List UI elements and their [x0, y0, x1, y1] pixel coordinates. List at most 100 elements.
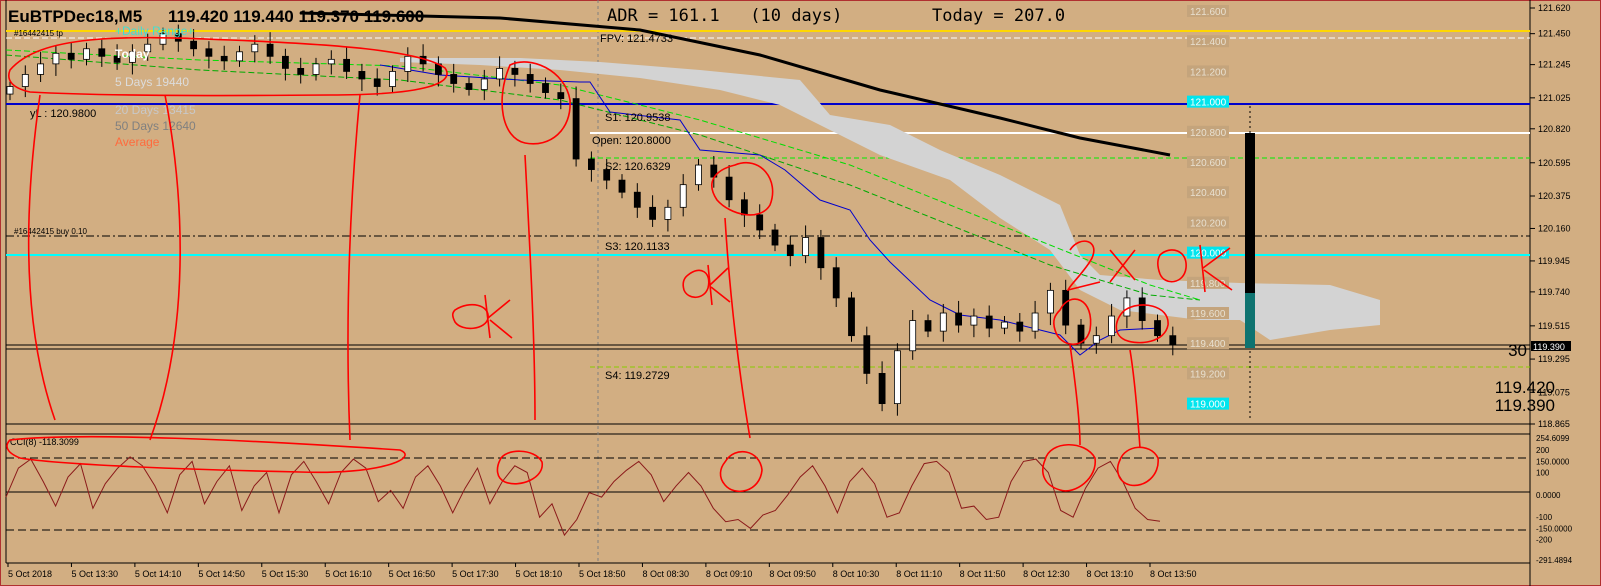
candle-body [970, 315, 978, 326]
candle-body [1001, 321, 1008, 329]
chart-quote: 119.420 119.440 119.370 119.600 [168, 7, 424, 26]
candle-body [1108, 315, 1115, 337]
adr-label: ADR = 161.1 (10 days) [607, 6, 842, 26]
candle-body [465, 83, 473, 90]
price-tick-label: 120.820 [1538, 124, 1571, 134]
price-tick-label: 120.595 [1538, 158, 1571, 168]
chart-symbol-title: EuBTPDec18,M5 [8, 7, 142, 26]
time-tick-label: 8 Oct 13:10 [1087, 569, 1134, 579]
s3-label: S3: 120.1133 [605, 241, 670, 253]
open-label: Open: 120.8000 [592, 135, 671, 147]
candle-body [52, 52, 60, 65]
tp-order-label: #16442415 tp [14, 29, 63, 38]
candle-body [373, 78, 381, 87]
candle-body [588, 158, 595, 170]
candle-body [909, 320, 917, 352]
cci-tick-label: 150.0000 [1536, 457, 1570, 466]
candle-body [649, 206, 656, 220]
candle-body [741, 199, 748, 216]
bar-timer: 30 [1508, 341, 1527, 360]
candle-body [21, 74, 29, 87]
time-tick-label: 5 Oct 2018 [8, 569, 52, 579]
s1-label: S1: 120.9538 [605, 112, 670, 124]
candle-body [205, 48, 213, 57]
time-tick-label: 5 Oct 16:50 [389, 569, 436, 579]
cci-tick-label: 100 [1536, 469, 1550, 478]
candle-body [358, 71, 366, 80]
candle-body [281, 55, 289, 69]
s2-label: S2: 120.6329 [605, 161, 670, 173]
time-tick-label: 5 Oct 14:50 [198, 569, 245, 579]
price-tick-label: 120.375 [1538, 191, 1571, 201]
candle-body [771, 229, 779, 246]
candle-body [343, 58, 351, 72]
candle-body [679, 184, 687, 208]
candle-body [496, 67, 504, 80]
candle-body [756, 214, 764, 231]
time-tick-label: 5 Oct 16:10 [325, 569, 372, 579]
five-days-label: 5 Days 19440 [115, 75, 189, 89]
candle-body [542, 83, 549, 93]
adr-bar-teal [1245, 293, 1255, 348]
candle-body [664, 206, 672, 220]
candle-body [511, 67, 519, 75]
candle-body [526, 74, 534, 84]
candle-body [251, 43, 259, 53]
cci-tick-label: -100 [1536, 513, 1553, 522]
current-price-tag: 119.390 [1533, 342, 1565, 352]
time-tick-label: 8 Oct 11:50 [960, 569, 1006, 579]
candle-body [878, 373, 886, 405]
candle-body [6, 86, 14, 95]
cci-tick-label: -200 [1536, 536, 1553, 545]
time-tick-label: 5 Oct 18:10 [516, 569, 563, 579]
fpv-label: FPV: 121.4733 [600, 33, 673, 45]
today-label: Today = 207.0 [932, 6, 1065, 26]
price-chart[interactable]: 121.600 121.400 121.200 121.000 120.800 120.6… [0, 0, 1601, 586]
price-tick-label: 119.740 [1538, 287, 1570, 297]
candle-body [817, 237, 825, 269]
sr-label: 120.800 [1190, 128, 1227, 139]
candle-body [894, 350, 901, 405]
time-tick-label: 8 Oct 08:30 [642, 569, 689, 579]
price-tick-label: 121.245 [1538, 60, 1571, 70]
candle-body [327, 58, 335, 65]
time-tick-label: 5 Oct 15:30 [262, 569, 309, 579]
candle-body [786, 244, 794, 257]
candle-body [480, 78, 488, 90]
candle-body [404, 55, 412, 72]
candle-body [1062, 289, 1070, 326]
candle-body [236, 51, 243, 62]
fifty-days-label: 50 Days 12640 [115, 119, 196, 133]
candle-body [802, 237, 809, 257]
candle-body [848, 297, 855, 337]
candle-body [450, 74, 458, 84]
daily-range-label: +Daily Range+ [115, 24, 194, 38]
candle-body [389, 71, 396, 87]
time-tick-label: 8 Oct 10:30 [833, 569, 880, 579]
candle-body [939, 312, 947, 332]
candle-body [67, 52, 75, 60]
time-tick-label: 8 Oct 09:50 [769, 569, 816, 579]
candle-body [312, 63, 320, 75]
candle-body [985, 315, 993, 329]
s4-label: S4: 119.2729 [605, 370, 670, 382]
average-label: Average [115, 135, 160, 149]
adr-bar [1245, 133, 1255, 293]
candle-body [1092, 335, 1100, 344]
candle-body [695, 164, 702, 186]
candle-body [190, 40, 198, 50]
sr-label: 121.200 [1190, 67, 1227, 78]
bid-price: 119.420 [1495, 378, 1555, 397]
price-tick-label: 119.515 [1538, 321, 1570, 331]
candle-body [83, 48, 90, 60]
twenty-days-label: 20 Days 13415 [115, 103, 196, 117]
sr-label: 119.200 [1190, 369, 1226, 380]
sr-label: 120.400 [1190, 188, 1227, 199]
candle-body [1031, 312, 1039, 332]
candle-body [924, 320, 932, 332]
candle-body [98, 48, 106, 57]
price-tick-label: 121.450 [1538, 29, 1571, 39]
price-tick-label: 119.295 [1538, 354, 1570, 364]
yl-label: yL : 120.9800 [30, 108, 96, 120]
candle-body [1047, 289, 1054, 314]
